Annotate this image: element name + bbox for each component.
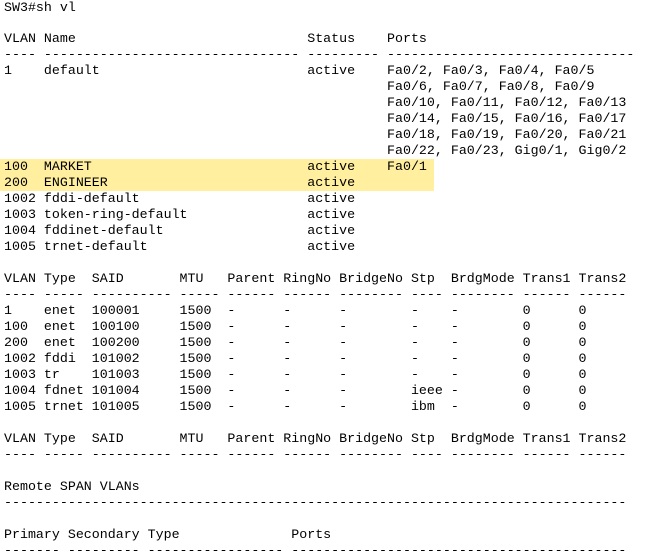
cli-output-line: ---- ----- ---------- ----- ------ -----… — [4, 287, 627, 302]
cli-prompt-line: SW3#sh vl — [4, 0, 76, 15]
cli-output-line: VLAN Type SAID MTU Parent RingNo BridgeN… — [4, 271, 627, 286]
cli-output-line: Remote SPAN VLANs — [4, 479, 140, 494]
cli-output-line: 1003 tr 101003 1500 - - - - - 0 0 — [4, 367, 587, 382]
cli-output-line: ---- ----- ---------- ----- ------ -----… — [4, 447, 627, 462]
cli-output-line: 100 MARKET active Fa0/1 — [4, 159, 427, 174]
cli-output-line: VLAN Type SAID MTU Parent RingNo BridgeN… — [4, 431, 627, 446]
cli-output-line: Fa0/22, Fa0/23, Gig0/1, Gig0/2 — [4, 143, 627, 158]
cli-output-line: 1002 fddi 101002 1500 - - - - - 0 0 — [4, 351, 587, 366]
cli-output-line: VLAN Name Status Ports — [4, 31, 427, 46]
cli-output-line: 100 enet 100100 1500 - - - - - 0 0 — [4, 319, 587, 334]
cli-output-line: Fa0/18, Fa0/19, Fa0/20, Fa0/21 — [4, 127, 627, 142]
cli-output-line: Fa0/10, Fa0/11, Fa0/12, Fa0/13 — [4, 95, 627, 110]
cli-output-line: ---- -------------------------------- --… — [4, 47, 635, 62]
cli-output-line: Primary Secondary Type Ports — [4, 527, 332, 542]
cli-output-line: 1 enet 100001 1500 - - - - - 0 0 — [4, 303, 587, 318]
cli-output-line: 200 ENGINEER active — [4, 175, 356, 190]
cli-output-line: 1004 fddinet-default active — [4, 223, 356, 238]
cli-output-line: 1004 fdnet 101004 1500 - - - ieee - 0 0 — [4, 383, 587, 398]
terminal-window[interactable]: SW3#sh vl VLAN Name Status Ports ---- ---… — [0, 0, 666, 558]
cli-output-line: 1005 trnet-default active — [4, 239, 356, 254]
cli-output-line: 1002 fddi-default active — [4, 191, 356, 206]
cli-output-line: 1005 trnet 101005 1500 - - - ibm - 0 0 — [4, 399, 587, 414]
cli-output-line: Fa0/14, Fa0/15, Fa0/16, Fa0/17 — [4, 111, 627, 126]
cli-output-line: 200 enet 100200 1500 - - - - - 0 0 — [4, 335, 587, 350]
cli-output-line: ----------------------------------------… — [4, 495, 627, 510]
cli-output-line: ------- --------- ----------------- ----… — [4, 543, 627, 558]
cli-output-line: Fa0/6, Fa0/7, Fa0/8, Fa0/9 — [4, 79, 595, 94]
cli-output-line: 1 default active Fa0/2, Fa0/3, Fa0/4, Fa… — [4, 63, 595, 78]
cli-output-line: 1003 token-ring-default active — [4, 207, 356, 222]
